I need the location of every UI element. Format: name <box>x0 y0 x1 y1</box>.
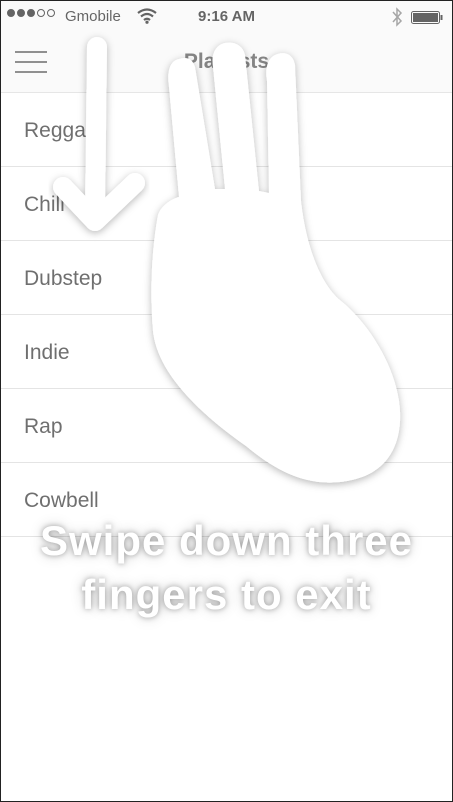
hint-line-1: Swipe down three <box>39 517 414 564</box>
gesture-hint-text: Swipe down three fingers to exit <box>1 514 452 622</box>
hint-line-2: fingers to exit <box>81 571 372 618</box>
down-arrow-icon <box>53 37 145 231</box>
gesture-hint-overlay[interactable]: Swipe down three fingers to exit <box>1 1 452 801</box>
phone-screen: Gmobile 9:16 AM Playlists Reggae Chill D… <box>0 0 453 802</box>
gesture-illustration <box>53 37 401 483</box>
three-finger-hand-icon <box>151 42 401 483</box>
